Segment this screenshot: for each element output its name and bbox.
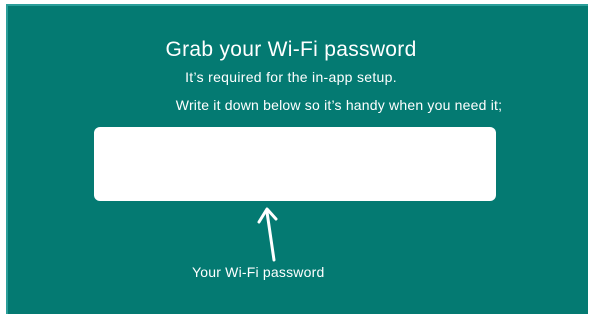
instruction-line-1: It’s required for the in-app setup. xyxy=(185,69,397,85)
page-title: Grab your Wi-Fi password xyxy=(165,38,417,61)
instruction-line-2: Write it down below so it’s handy when y… xyxy=(175,97,503,113)
password-field-label: Your Wi-Fi password xyxy=(192,264,325,280)
wifi-password-card: Grab your Wi-Fi password It’s required f… xyxy=(6,4,588,314)
wifi-password-input[interactable] xyxy=(94,127,496,201)
arrow-up-icon xyxy=(257,207,278,262)
